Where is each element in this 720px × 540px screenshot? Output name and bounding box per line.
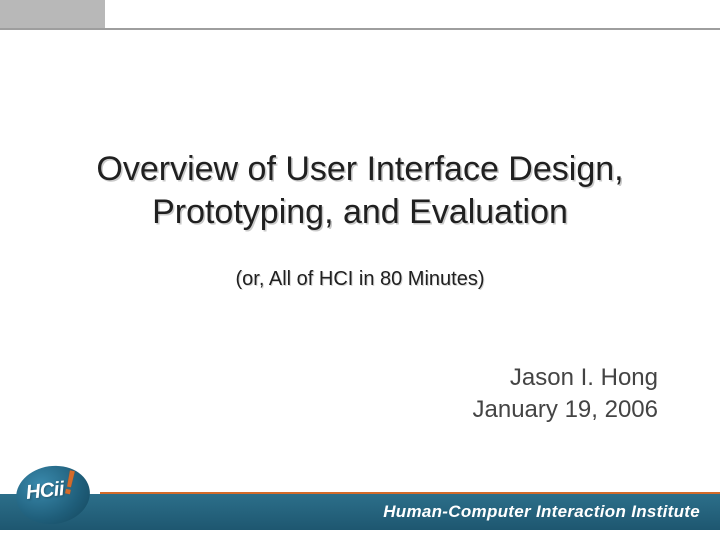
- slide-subtitle: (or, All of HCI in 80 Minutes): [0, 268, 720, 291]
- author-block: Jason I. Hong January 19, 2006: [473, 362, 658, 427]
- hcii-logo: HCii !: [16, 458, 90, 532]
- top-divider-line: [0, 28, 720, 30]
- footer-bar: Human-Computer Interaction Institute: [0, 494, 720, 530]
- presentation-date: January 19, 2006: [473, 394, 658, 426]
- author-name: Jason I. Hong: [473, 362, 658, 394]
- title-line-2: Prototyping, and Evaluation: [152, 193, 568, 231]
- title-line-1: Overview of User Interface Design,: [96, 150, 623, 188]
- slide-title: Overview of User Interface Design, Proto…: [0, 148, 720, 233]
- top-gray-block: [0, 0, 105, 28]
- footer-institute-text: Human-Computer Interaction Institute: [383, 502, 700, 522]
